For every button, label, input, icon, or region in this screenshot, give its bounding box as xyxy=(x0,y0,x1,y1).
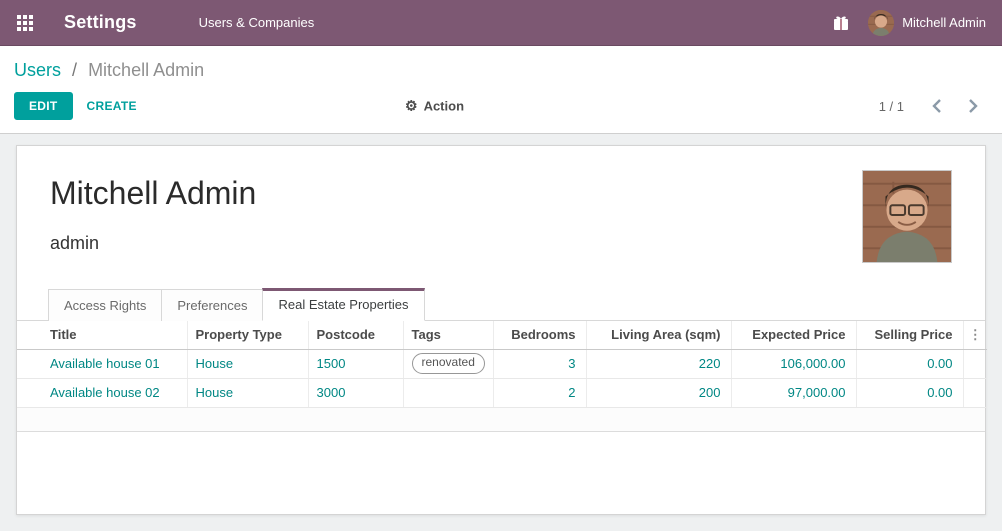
tab-access-rights[interactable]: Access Rights xyxy=(48,289,162,321)
column-header-selling-price[interactable]: Selling Price xyxy=(856,321,963,349)
cell-living-area[interactable]: 200 xyxy=(586,378,731,407)
column-header-expected-price[interactable]: Expected Price xyxy=(731,321,856,349)
cell-title[interactable]: Available house 02 xyxy=(17,378,187,407)
tab-real-estate-properties[interactable]: Real Estate Properties xyxy=(262,288,424,321)
cell-postcode[interactable]: 3000 xyxy=(308,378,403,407)
user-menu[interactable]: Mitchell Admin xyxy=(858,10,1002,36)
cell-living-area[interactable]: 220 xyxy=(586,349,731,378)
control-panel: Users / Mitchell Admin EDIT CREATE ⚙ Act… xyxy=(0,46,1002,134)
user-avatar xyxy=(868,10,894,36)
tag-badge: renovated xyxy=(412,353,485,374)
cell-postcode[interactable]: 1500 xyxy=(308,349,403,378)
gear-icon: ⚙ xyxy=(405,98,418,115)
cell-property-type[interactable]: House xyxy=(187,349,308,378)
table-row[interactable]: Available house 01 House 1500 renovated … xyxy=(17,349,987,378)
table-header-row: Title Property Type Postcode Tags Bedroo… xyxy=(17,321,987,349)
cell-tags[interactable]: renovated xyxy=(403,349,493,378)
profile-photo xyxy=(862,170,952,263)
properties-table: Title Property Type Postcode Tags Bedroo… xyxy=(17,321,987,408)
column-options-icon[interactable]: ⋮ xyxy=(963,321,987,349)
cell-title[interactable]: Available house 01 xyxy=(17,349,187,378)
column-header-bedrooms[interactable]: Bedrooms xyxy=(493,321,586,349)
cell-bedrooms[interactable]: 3 xyxy=(493,349,586,378)
tab-preferences[interactable]: Preferences xyxy=(161,289,263,321)
top-navbar: Settings Users & Companies Mitchell Admi… xyxy=(0,0,1002,46)
cell-bedrooms[interactable]: 2 xyxy=(493,378,586,407)
gift-icon[interactable] xyxy=(824,0,858,46)
apps-menu-button[interactable] xyxy=(0,0,50,46)
column-header-property-type[interactable]: Property Type xyxy=(187,321,308,349)
cell-selling-price[interactable]: 0.00 xyxy=(856,378,963,407)
menu-users-companies[interactable]: Users & Companies xyxy=(195,9,319,36)
cell-tags[interactable] xyxy=(403,378,493,407)
pager-next-button[interactable] xyxy=(962,95,984,117)
breadcrumb: Users / Mitchell Admin xyxy=(0,46,1002,87)
form-sheet: Mitchell Admin admin Access Rights Pr xyxy=(16,145,986,515)
pager-count: 1 / 1 xyxy=(879,99,904,114)
column-header-living-area[interactable]: Living Area (sqm) xyxy=(586,321,731,349)
cell-property-type[interactable]: House xyxy=(187,378,308,407)
pager-previous-button[interactable] xyxy=(926,95,948,117)
breadcrumb-separator: / xyxy=(72,60,77,80)
notebook-tabs: Access Rights Preferences Real Estate Pr… xyxy=(17,288,985,321)
list-empty-area xyxy=(17,408,985,432)
cell-expected-price[interactable]: 97,000.00 xyxy=(731,378,856,407)
edit-button[interactable]: EDIT xyxy=(14,92,73,120)
create-button[interactable]: CREATE xyxy=(87,99,137,113)
breadcrumb-users-link[interactable]: Users xyxy=(14,60,61,80)
cell-expected-price[interactable]: 106,000.00 xyxy=(731,349,856,378)
breadcrumb-current: Mitchell Admin xyxy=(88,60,204,80)
action-menu-button[interactable]: ⚙ Action xyxy=(405,98,464,115)
table-row[interactable]: Available house 02 House 3000 2 200 97,0… xyxy=(17,378,987,407)
record-title: Mitchell Admin xyxy=(50,176,951,211)
action-label: Action xyxy=(424,99,464,114)
cell-selling-price[interactable]: 0.00 xyxy=(856,349,963,378)
app-title: Settings xyxy=(64,12,137,33)
apps-grid-icon xyxy=(17,15,33,31)
record-login: admin xyxy=(50,233,951,254)
column-header-postcode[interactable]: Postcode xyxy=(308,321,403,349)
user-name: Mitchell Admin xyxy=(902,15,986,30)
column-header-tags[interactable]: Tags xyxy=(403,321,493,349)
column-header-title[interactable]: Title xyxy=(17,321,187,349)
pager: 1 / 1 xyxy=(879,95,984,117)
